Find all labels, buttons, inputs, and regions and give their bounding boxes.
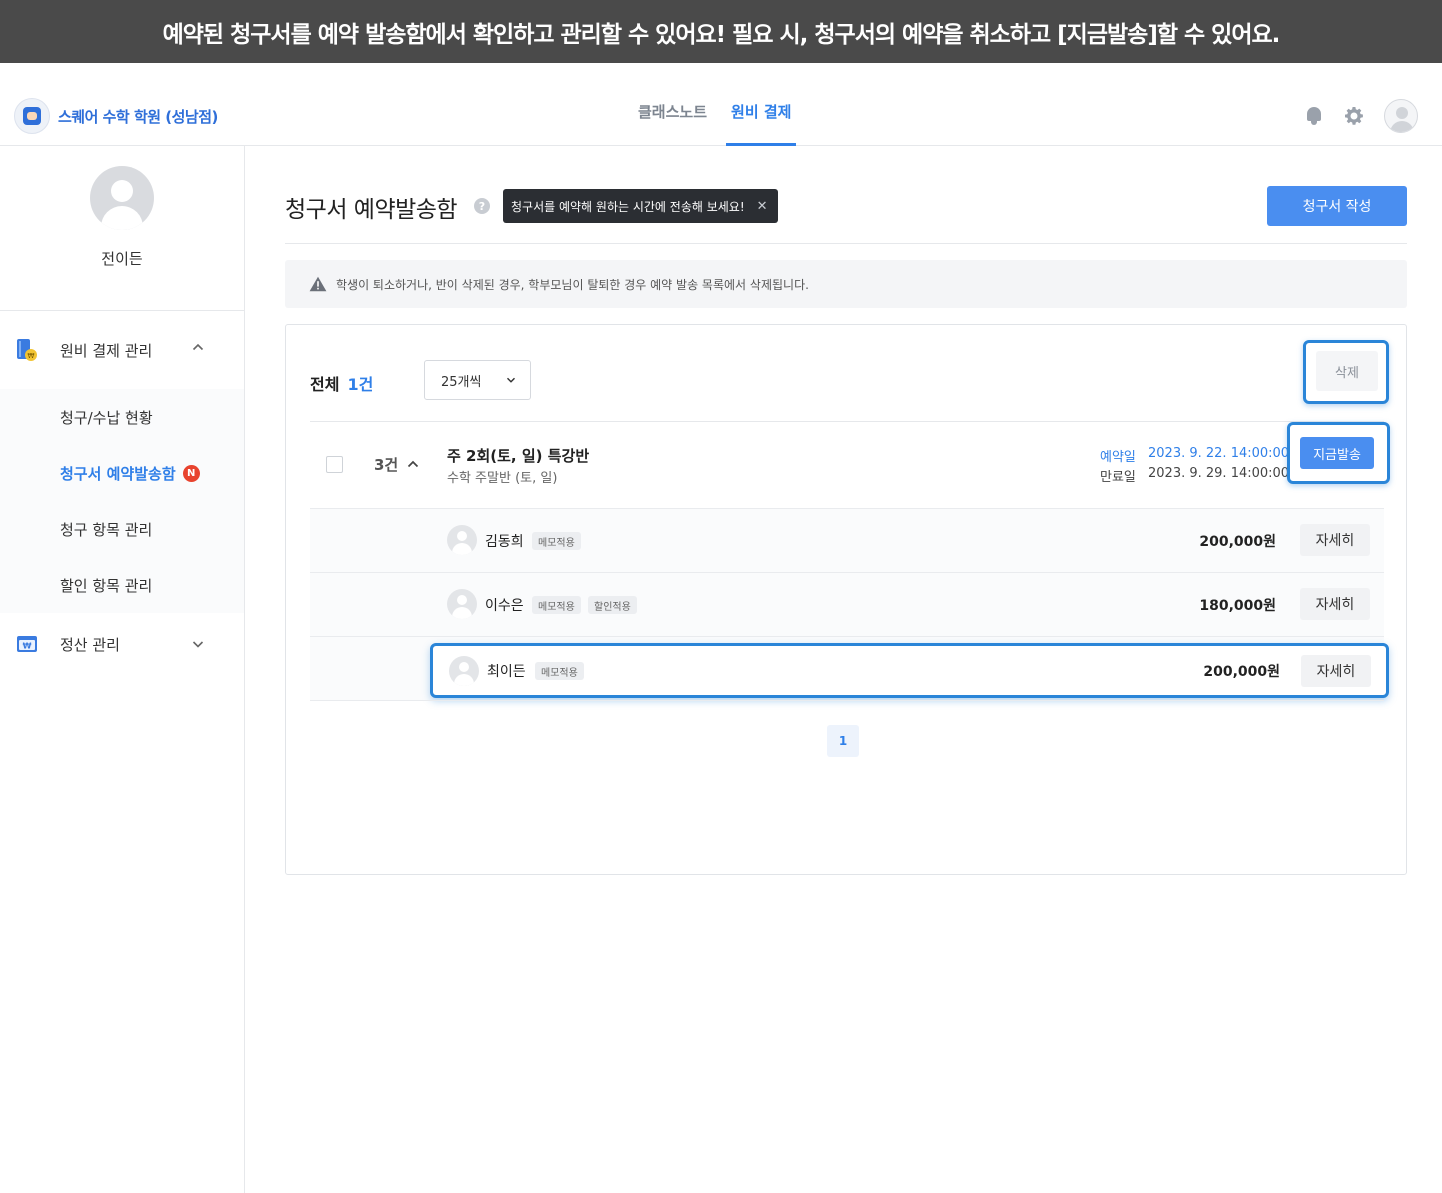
academy-logo-link[interactable]: 스퀘어 수학 학원 (성남점) xyxy=(14,98,218,134)
expire-date-value: 2023. 9. 29. 14:00:00 xyxy=(1148,466,1290,481)
sidebar-submenu: 청구/수납 현황 청구서 예약발송함 N 청구 항목 관리 할인 항목 관리 xyxy=(0,389,244,613)
sidebar-group-tuition-management[interactable]: ₩ 원비 결제 관리 xyxy=(0,311,244,389)
discount-tag: 할인적용 xyxy=(588,596,637,614)
reserve-date-value: 2023. 9. 22. 14:00:00 xyxy=(1148,446,1290,461)
divider xyxy=(285,243,1407,244)
tab-classnote[interactable]: 클래스노트 xyxy=(633,63,712,146)
reserve-date: 예약일 2023. 9. 22. 14:00:00 xyxy=(1100,446,1289,465)
memo-tag: 메모적용 xyxy=(532,532,581,550)
top-nav: 클래스노트 원비 결제 xyxy=(633,63,810,146)
reserve-date-label: 예약일 xyxy=(1100,450,1136,465)
notice-box: 학생이 퇴소하거나, 반이 삭제된 경우, 학부모님이 탈퇴한 경우 예약 발송… xyxy=(285,260,1407,308)
student-amount: 180,000원 xyxy=(1199,598,1276,614)
total-label: 전체 xyxy=(310,375,340,394)
sidebar-group-label: 정산 관리 xyxy=(60,635,120,654)
invoice-group-row: 3건 주 2회(토, 일) 특강반 수학 주말반 (토, 일) 예약일 2023… xyxy=(310,422,1390,508)
chevron-down-icon[interactable] xyxy=(192,638,204,650)
tab-tuition-payment[interactable]: 원비 결제 xyxy=(726,63,797,146)
gear-icon[interactable] xyxy=(1344,106,1364,126)
sidebar-item-reserved-invoices[interactable]: 청구서 예약발송함 N xyxy=(0,445,244,501)
send-now-button[interactable]: 지금발송 xyxy=(1300,437,1374,469)
create-invoice-button[interactable]: 청구서 작성 xyxy=(1267,186,1407,226)
student-row: 김동희 메모적용 200,000원 자세히 xyxy=(310,508,1384,572)
sidebar-item-label: 청구서 예약발송함 xyxy=(60,464,176,483)
svg-text:₩: ₩ xyxy=(28,352,35,360)
chevron-up-icon[interactable] xyxy=(407,459,419,469)
guide-banner-text: 예약된 청구서를 예약 발송함에서 확인하고 관리할 수 있어요! 필요 시, … xyxy=(162,21,1281,48)
chevron-up-icon[interactable] xyxy=(192,341,204,353)
top-header: 스퀘어 수학 학원 (성남점) 클래스노트 원비 결제 xyxy=(0,63,1442,146)
student-avatar xyxy=(447,525,477,555)
new-badge: N xyxy=(182,464,200,482)
total-count: 1건 xyxy=(347,375,374,394)
reserved-list-card: 전체 1건 25개씩 삭제 3건 주 2회(토, 일) 특강반 수학 주말반 (토… xyxy=(285,324,1407,875)
sidebar-item-billing-status[interactable]: 청구/수납 현황 xyxy=(0,389,244,445)
sidebar-item-label: 할인 항목 관리 xyxy=(60,576,153,595)
detail-button[interactable]: 자세히 xyxy=(1301,655,1371,687)
chevron-down-icon xyxy=(506,377,516,383)
header-icons xyxy=(1304,99,1418,133)
sidebar-item-billing-items[interactable]: 청구 항목 관리 xyxy=(0,501,244,557)
academy-name: 스퀘어 수학 학원 (성남점) xyxy=(58,107,218,126)
notice-text: 학생이 퇴소하거나, 반이 삭제된 경우, 학부모님이 탈퇴한 경우 예약 발송… xyxy=(336,277,809,292)
detail-button[interactable]: 자세히 xyxy=(1300,588,1370,620)
per-page-value: 25개씩 xyxy=(441,374,482,390)
profile-avatar xyxy=(90,166,154,230)
tooltip: 청구서를 예약해 원하는 시간에 전송해 보세요! ✕ xyxy=(503,189,778,223)
bell-icon[interactable] xyxy=(1304,106,1324,126)
page-title: 청구서 예약발송함 xyxy=(285,197,458,223)
highlight-delete xyxy=(1303,340,1389,404)
student-name: 최이든 xyxy=(487,664,526,680)
profile-name: 전이든 xyxy=(101,250,143,268)
student-name: 김동희 xyxy=(485,534,524,550)
group-checkbox[interactable] xyxy=(326,456,343,473)
sidebar-profile: 전이든 xyxy=(0,166,244,311)
group-count: 3건 xyxy=(374,456,399,474)
student-row-highlighted: 최이든 메모적용 200,000원 자세히 xyxy=(430,643,1389,698)
academy-logo-icon xyxy=(14,98,50,134)
total-summary: 전체 1건 xyxy=(310,371,373,395)
sidebar-group-settlement[interactable]: ₩ 정산 관리 xyxy=(0,613,244,675)
close-icon[interactable]: ✕ xyxy=(757,199,768,214)
svg-text:₩: ₩ xyxy=(23,642,32,651)
sidebar-item-label: 청구 항목 관리 xyxy=(60,520,153,539)
group-subtitle: 수학 주말반 (토, 일) xyxy=(447,471,558,486)
student-row: 이수은 메모적용 할인적용 180,000원 자세히 xyxy=(310,572,1384,636)
tuition-book-icon: ₩ xyxy=(17,339,37,361)
divider xyxy=(310,700,1384,701)
per-page-select[interactable]: 25개씩 xyxy=(424,360,531,400)
student-avatar xyxy=(449,656,479,686)
settlement-wallet-icon: ₩ xyxy=(17,636,37,652)
tooltip-text: 청구서를 예약해 원하는 시간에 전송해 보세요! xyxy=(511,199,745,214)
detail-button[interactable]: 자세히 xyxy=(1300,524,1370,556)
group-title: 주 2회(토, 일) 특강반 xyxy=(447,447,590,465)
student-amount: 200,000원 xyxy=(1199,534,1276,550)
sidebar-group-label: 원비 결제 관리 xyxy=(60,341,153,360)
memo-tag: 메모적용 xyxy=(535,662,584,680)
memo-tag: 메모적용 xyxy=(532,596,581,614)
guide-banner: 예약된 청구서를 예약 발송함에서 확인하고 관리할 수 있어요! 필요 시, … xyxy=(0,0,1442,63)
sidebar-item-discount-items[interactable]: 할인 항목 관리 xyxy=(0,557,244,613)
sidebar-item-label: 청구/수납 현황 xyxy=(60,408,153,427)
student-avatar xyxy=(447,589,477,619)
expire-date: 만료일 2023. 9. 29. 14:00:00 xyxy=(1100,466,1289,485)
student-amount: 200,000원 xyxy=(1203,664,1280,680)
pagination-page[interactable]: 1 xyxy=(827,725,859,757)
student-name: 이수은 xyxy=(485,598,524,614)
help-icon[interactable]: ? xyxy=(474,198,490,214)
expire-date-label: 만료일 xyxy=(1100,470,1136,485)
user-avatar-button[interactable] xyxy=(1384,99,1418,133)
sidebar: 전이든 ₩ 원비 결제 관리 청구/수납 현황 청구서 예약발송함 N 청구 항… xyxy=(0,146,245,1193)
warning-icon xyxy=(309,276,327,292)
